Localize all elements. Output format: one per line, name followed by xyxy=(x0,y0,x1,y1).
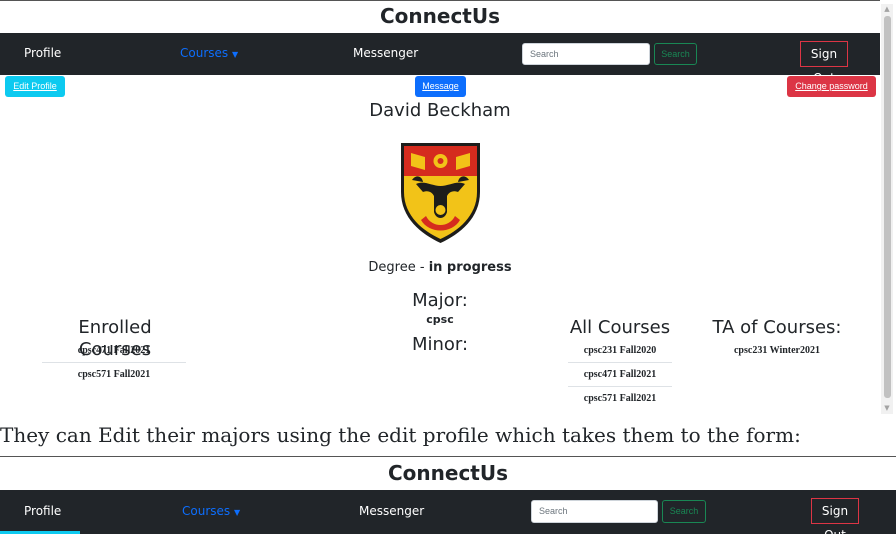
degree-line: Degree - in progress xyxy=(0,259,880,277)
all-courses-heading: All Courses xyxy=(569,317,671,338)
major-label: Major: xyxy=(412,290,468,311)
section-divider xyxy=(0,456,896,457)
sign-out-button[interactable]: Sign Out xyxy=(811,498,859,542)
all-course-item: cpsc571 Fall2021 xyxy=(583,393,657,404)
caret-down-icon: ▼ xyxy=(233,508,241,517)
scroll-up-arrow-icon[interactable]: ▲ xyxy=(882,5,892,13)
list-divider xyxy=(568,386,672,387)
scroll-down-arrow-icon[interactable]: ▼ xyxy=(882,404,892,412)
scrollbar-thumb[interactable] xyxy=(884,16,891,398)
search-button[interactable]: Search xyxy=(662,500,706,523)
degree-label: Degree - xyxy=(368,260,429,275)
caret-down-icon: ▼ xyxy=(231,50,239,59)
change-password-button[interactable]: Change password xyxy=(787,76,876,97)
nav-courses-dropdown[interactable]: Courses ▼ xyxy=(182,504,240,518)
ta-course-item: cpsc231 Winter2021 xyxy=(733,345,820,356)
profile-page-frame: ConnectUs Profile Courses ▼ Messenger Se… xyxy=(0,0,880,415)
all-course-item: cpsc231 Fall2020 xyxy=(583,345,657,356)
nav-profile-link[interactable]: Profile xyxy=(24,504,61,518)
nav-messenger-link[interactable]: Messenger xyxy=(353,46,418,60)
document-caption: They can Edit their majors using the edi… xyxy=(0,423,801,447)
search-input[interactable]: Search xyxy=(531,500,658,523)
profile-name: David Beckham xyxy=(369,100,511,121)
nav-courses-label: Courses xyxy=(182,504,231,518)
nav-courses-dropdown[interactable]: Courses ▼ xyxy=(180,46,238,60)
nav-profile-link[interactable]: Profile xyxy=(24,46,61,60)
nav-courses-label: Courses xyxy=(180,46,229,60)
university-crest-logo xyxy=(401,143,480,243)
sign-out-button[interactable]: Sign Out xyxy=(800,41,848,85)
list-divider xyxy=(568,362,672,363)
ta-courses-heading: TA of Courses: xyxy=(712,317,842,338)
enrolled-course-item: cpsc571 Fall2021 xyxy=(77,369,151,380)
enrolled-course-item: cpsc471 Fall2021 xyxy=(77,345,151,356)
list-divider xyxy=(42,362,186,363)
search-input[interactable]: Search xyxy=(522,43,650,65)
nav-messenger-link[interactable]: Messenger xyxy=(359,504,424,518)
edit-profile-button[interactable]: Edit Profile xyxy=(5,76,65,97)
degree-status: in progress xyxy=(428,260,512,275)
brand-title: ConnectUs xyxy=(379,4,501,28)
message-button[interactable]: Message xyxy=(415,76,466,97)
navbar-second: Profile Courses ▼ Messenger Search Searc… xyxy=(0,490,896,542)
brand-title-second: ConnectUs xyxy=(387,461,509,485)
navbar: Profile Courses ▼ Messenger Search Searc… xyxy=(0,33,880,85)
search-button[interactable]: Search xyxy=(654,43,697,65)
all-course-item: cpsc471 Fall2021 xyxy=(583,369,657,380)
